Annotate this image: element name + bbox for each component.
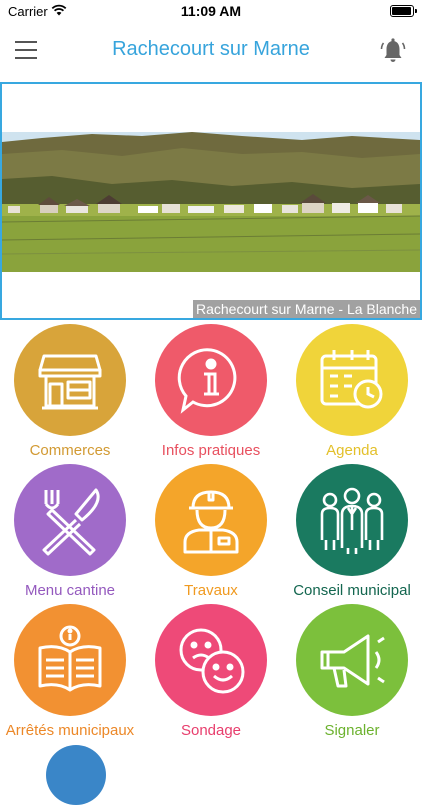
tile-travaux[interactable]: Travaux <box>141 464 281 602</box>
travaux-circle <box>155 464 267 576</box>
conseil-municipal-circle <box>296 464 408 576</box>
calendar-clock-icon <box>320 350 383 409</box>
tile-label: Arrêtés municipaux <box>5 722 135 739</box>
tile-menu-cantine[interactable]: Menu cantine <box>0 464 140 602</box>
construction-worker-icon <box>183 490 239 554</box>
signaler-circle <box>296 604 408 716</box>
tile-commerces[interactable]: Commerces <box>0 324 140 462</box>
megaphone-icon <box>320 634 385 688</box>
fork-knife-icon <box>42 488 100 556</box>
tile-label: Travaux <box>184 582 238 599</box>
status-bar: Carrier 11:09 AM <box>0 0 422 24</box>
tile-label: Sondage <box>180 722 242 739</box>
banner-caption: Rachecourt sur Marne - La Blanche <box>193 300 420 318</box>
emoji-faces-icon <box>179 628 245 694</box>
tile-signaler[interactable]: Signaler <box>282 604 422 742</box>
storefront-icon <box>38 354 102 410</box>
tile-arretes-municipaux[interactable]: Arrêtés municipaux <box>0 604 140 742</box>
tile-label: Menu cantine <box>24 582 116 599</box>
navigation-bar: Rachecourt sur Marne <box>0 24 422 80</box>
council-group-icon <box>320 487 384 554</box>
open-book-info-icon <box>38 625 102 692</box>
info-bubble-icon <box>177 348 237 414</box>
agenda-circle <box>296 324 408 436</box>
tile-infos-pratiques[interactable]: Infos pratiques <box>141 324 281 462</box>
village-landscape-photo <box>2 84 420 318</box>
tile-conseil-municipal[interactable]: Conseil municipal <box>282 464 422 602</box>
tile-agenda[interactable]: Agenda <box>282 324 422 462</box>
tile-label: Agenda <box>326 442 378 459</box>
battery-icon <box>390 5 417 17</box>
menu-cantine-circle <box>14 464 126 576</box>
infos-pratiques-circle <box>155 324 267 436</box>
banner-image[interactable]: Rachecourt sur Marne - La Blanche <box>0 82 422 320</box>
page-title: Rachecourt sur Marne <box>112 38 310 60</box>
tile-label: Commerces <box>29 442 111 459</box>
commerces-circle <box>14 324 126 436</box>
arretes-municipaux-circle <box>14 604 126 716</box>
alarm-bell-icon[interactable] <box>380 37 406 65</box>
tile-sondage[interactable]: Sondage <box>141 604 281 742</box>
tile-label: Infos pratiques <box>161 442 261 459</box>
status-time: 11:09 AM <box>180 3 242 19</box>
next-row-tile-partial[interactable] <box>46 745 106 805</box>
tile-label: Signaler <box>324 722 380 739</box>
sondage-circle <box>155 604 267 716</box>
tile-label: Conseil municipal <box>293 582 411 599</box>
